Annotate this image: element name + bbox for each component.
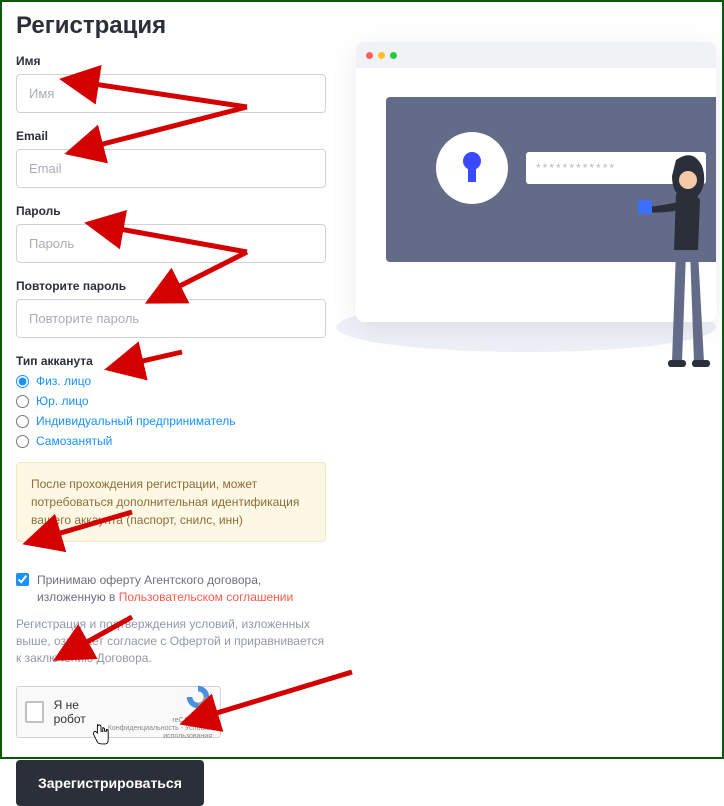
window-dot-yellow-icon [378,52,385,59]
window-dot-green-icon [390,52,397,59]
account-type-label: Тип акканута [16,354,326,368]
account-type-option[interactable]: Юр. лицо [36,394,89,408]
recaptcha-label: Я не робот [54,698,86,726]
account-type-radio-ip[interactable] [16,415,29,428]
password-label: Пароль [16,204,326,218]
window-dot-red-icon [366,52,373,59]
recaptcha-sub: Конфиденциальность - Условия использован… [86,725,212,740]
name-input[interactable] [16,74,326,113]
registration-form: Регистрация Имя Email Пароль Повторите п… [16,12,326,743]
page-title: Регистрация [16,12,326,40]
recaptcha-widget[interactable]: Я не робот reCAPTCHA Конфиденциальность … [16,686,221,738]
legal-note: Регистрация и подтверждения условий, изл… [16,616,326,668]
card-icon [638,200,652,214]
register-button[interactable]: Зарегистрироваться [16,760,204,806]
email-input[interactable] [16,149,326,188]
agree-text: Принимаю оферту Агентского договора, изл… [37,572,326,606]
agree-checkbox[interactable] [16,573,29,586]
person-illustration [638,152,724,382]
recaptcha-icon [184,683,212,711]
account-type-option[interactable]: Индивидуальный предприниматель [36,414,235,428]
recaptcha-brand: reCAPTCHA [86,717,212,725]
illustration: ************ [356,12,708,743]
password-input[interactable] [16,224,326,263]
keyhole-icon [457,148,487,188]
account-type-option[interactable]: Физ. лицо [36,374,91,388]
id-notice: После прохождения регистрации, может пот… [16,462,326,542]
account-type-option[interactable]: Самозанятый [36,434,112,448]
account-type-radio-jur[interactable] [16,395,29,408]
password-repeat-label: Повторите пароль [16,279,326,293]
name-label: Имя [16,54,326,68]
user-agreement-link[interactable]: Пользовательском соглашении [119,590,293,604]
email-label: Email [16,129,326,143]
account-type-radio-self[interactable] [16,435,29,448]
account-type-radio-fiz[interactable] [16,375,29,388]
password-repeat-input[interactable] [16,299,326,338]
recaptcha-checkbox-icon[interactable] [25,701,44,723]
lock-circle [436,132,508,204]
